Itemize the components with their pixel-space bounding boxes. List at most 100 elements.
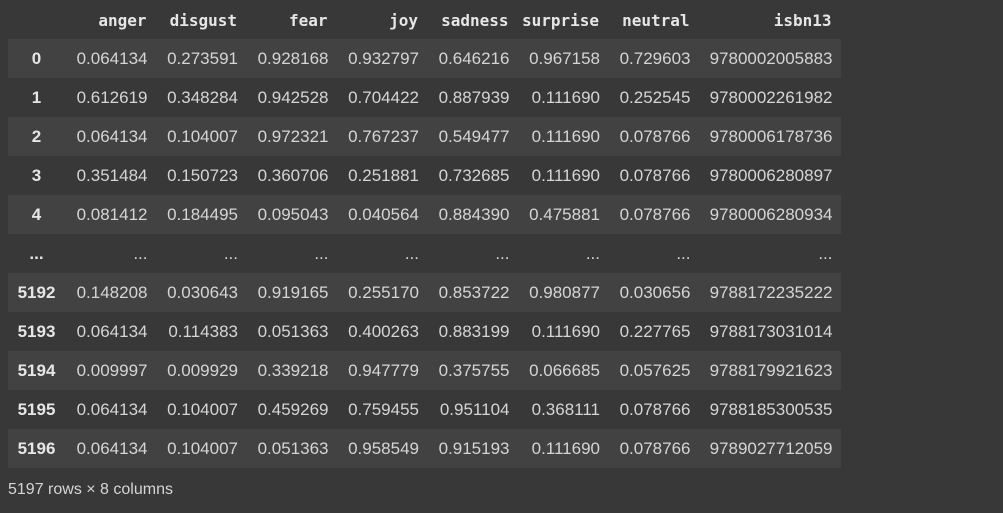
row-index: 5193 bbox=[17, 321, 56, 341]
table-row: 5194 0.009997 0.009929 0.339218 0.947779 0.37… bbox=[8, 351, 841, 390]
table-cell: 0.375755 bbox=[438, 360, 510, 380]
table-cell: ... bbox=[314, 243, 329, 263]
table-cell: 0.475881 bbox=[529, 204, 600, 224]
table-cell: 0.150723 bbox=[167, 165, 238, 185]
table-cell: ... bbox=[818, 243, 833, 263]
table-cell: 0.030643 bbox=[167, 282, 238, 302]
table-cell: 0.009929 bbox=[167, 360, 238, 380]
table-cell: 0.051363 bbox=[257, 321, 329, 341]
table-cell: 0.887939 bbox=[438, 87, 510, 107]
dataframe-output: anger disgust fear joy sadness surprise … bbox=[8, 1, 841, 468]
dataframe-table: anger disgust fear joy sadness surprise … bbox=[8, 1, 841, 468]
table-row: 3 0.351484 0.150723 0.360706 0.251881 0.73268… bbox=[8, 156, 841, 195]
table-cell: 0.255170 bbox=[348, 282, 419, 302]
table-row: 1 0.612619 0.348284 0.942528 0.704422 0.88793… bbox=[8, 78, 841, 117]
table-cell: 0.759455 bbox=[348, 399, 419, 419]
column-header-anger: anger bbox=[98, 10, 147, 30]
table-cell: 0.081412 bbox=[76, 204, 148, 224]
table-cell: 0.040564 bbox=[348, 204, 419, 224]
row-index: 2 bbox=[31, 126, 42, 146]
table-cell: 0.704422 bbox=[348, 87, 419, 107]
row-index: 5195 bbox=[17, 399, 56, 419]
table-cell: 0.729603 bbox=[619, 48, 691, 68]
table-cell: 0.030656 bbox=[619, 282, 691, 302]
table-cell: 0.972321 bbox=[257, 126, 329, 146]
column-header-disgust: disgust bbox=[169, 10, 237, 30]
table-header: anger disgust fear joy sadness surprise … bbox=[8, 1, 841, 39]
column-header-joy: joy bbox=[389, 10, 418, 30]
table-cell: ... bbox=[223, 243, 238, 263]
row-index: 0 bbox=[31, 48, 42, 68]
table-cell: 0.339218 bbox=[257, 360, 329, 380]
table-cell: 0.111690 bbox=[531, 321, 600, 341]
table-cell: 0.884390 bbox=[438, 204, 510, 224]
table-cell: 0.459269 bbox=[257, 399, 329, 419]
table-cell: 9780006178736 bbox=[709, 126, 833, 146]
table-cell: 0.148208 bbox=[76, 282, 148, 302]
row-index: ... bbox=[29, 243, 44, 263]
table-row: 5196 0.064134 0.104007 0.051363 0.958549 0.91… bbox=[8, 429, 841, 468]
table-cell: 0.057625 bbox=[619, 360, 691, 380]
table-cell: 0.942528 bbox=[257, 87, 329, 107]
table-cell: 9789027712059 bbox=[709, 438, 833, 458]
table-cell: 0.064134 bbox=[76, 48, 148, 68]
table-cell: 0.251881 bbox=[348, 165, 419, 185]
table-cell: 0.111690 bbox=[531, 87, 600, 107]
table-cell: 9780006280897 bbox=[709, 165, 833, 185]
table-cell: 9788173031014 bbox=[709, 321, 833, 341]
table-row: ........................... bbox=[8, 234, 841, 273]
table-cell: 0.928168 bbox=[257, 48, 329, 68]
row-index: 3 bbox=[31, 165, 42, 185]
table-cell: 0.104007 bbox=[167, 399, 238, 419]
dataframe-summary: 5197 rows × 8 columns bbox=[8, 481, 173, 498]
table-cell: 0.184495 bbox=[167, 204, 238, 224]
table-cell: 0.360706 bbox=[257, 165, 329, 185]
table-row: 2 0.064134 0.104007 0.972321 0.767237 0.54947… bbox=[8, 117, 841, 156]
row-index: 1 bbox=[31, 87, 42, 107]
table-cell: 0.078766 bbox=[619, 204, 691, 224]
table-cell: 0.883199 bbox=[438, 321, 510, 341]
table-cell: 0.400263 bbox=[348, 321, 419, 341]
table-cell: 0.064134 bbox=[76, 438, 148, 458]
table-cell: 0.051363 bbox=[257, 438, 329, 458]
row-index: 5194 bbox=[17, 360, 56, 380]
index-header bbox=[8, 1, 65, 39]
table-cell: ... bbox=[133, 243, 148, 263]
table-cell: 0.111690 bbox=[531, 126, 600, 146]
column-header-sadness: sadness bbox=[441, 10, 509, 30]
table-cell: 0.078766 bbox=[619, 438, 691, 458]
table-cell: ... bbox=[676, 243, 691, 263]
table-row: 5193 0.064134 0.114383 0.051363 0.400263 0.88… bbox=[8, 312, 841, 351]
table-cell: ... bbox=[585, 243, 600, 263]
table-body: 0 0.064134 0.273591 0.928168 0.932797 0.64621… bbox=[8, 39, 841, 468]
table-cell: 0.767237 bbox=[348, 126, 419, 146]
table-cell: 0.114383 bbox=[168, 321, 238, 341]
table-cell: 0.104007 bbox=[167, 126, 238, 146]
table-cell: 0.732685 bbox=[438, 165, 510, 185]
column-header-isbn13: isbn13 bbox=[773, 10, 832, 30]
table-row: 4 0.081412 0.184495 0.095043 0.040564 0.88439… bbox=[8, 195, 841, 234]
table-cell: 0.646216 bbox=[438, 48, 510, 68]
table-cell: 9788185300535 bbox=[709, 399, 833, 419]
table-cell: 0.078766 bbox=[619, 126, 691, 146]
table-cell: 0.932797 bbox=[348, 48, 419, 68]
table-cell: 0.064134 bbox=[76, 126, 148, 146]
table-cell: 0.009997 bbox=[76, 360, 148, 380]
table-cell: 0.549477 bbox=[438, 126, 510, 146]
table-cell: 0.853722 bbox=[438, 282, 510, 302]
table-cell: 0.064134 bbox=[76, 399, 148, 419]
table-cell: 0.227765 bbox=[619, 321, 691, 341]
table-cell: ... bbox=[404, 243, 419, 263]
table-cell: 9780002005883 bbox=[709, 48, 833, 68]
table-cell: 0.967158 bbox=[529, 48, 600, 68]
table-cell: 0.368111 bbox=[531, 399, 600, 419]
table-cell: 0.078766 bbox=[619, 165, 691, 185]
table-cell: 0.947779 bbox=[348, 360, 419, 380]
table-cell: ... bbox=[495, 243, 510, 263]
table-cell: 0.980877 bbox=[529, 282, 600, 302]
table-cell: 0.111690 bbox=[531, 438, 600, 458]
table-cell: 0.915193 bbox=[438, 438, 510, 458]
table-cell: 0.273591 bbox=[167, 48, 238, 68]
column-header-fear: fear bbox=[288, 10, 328, 30]
table-cell: 9788179921623 bbox=[709, 360, 833, 380]
